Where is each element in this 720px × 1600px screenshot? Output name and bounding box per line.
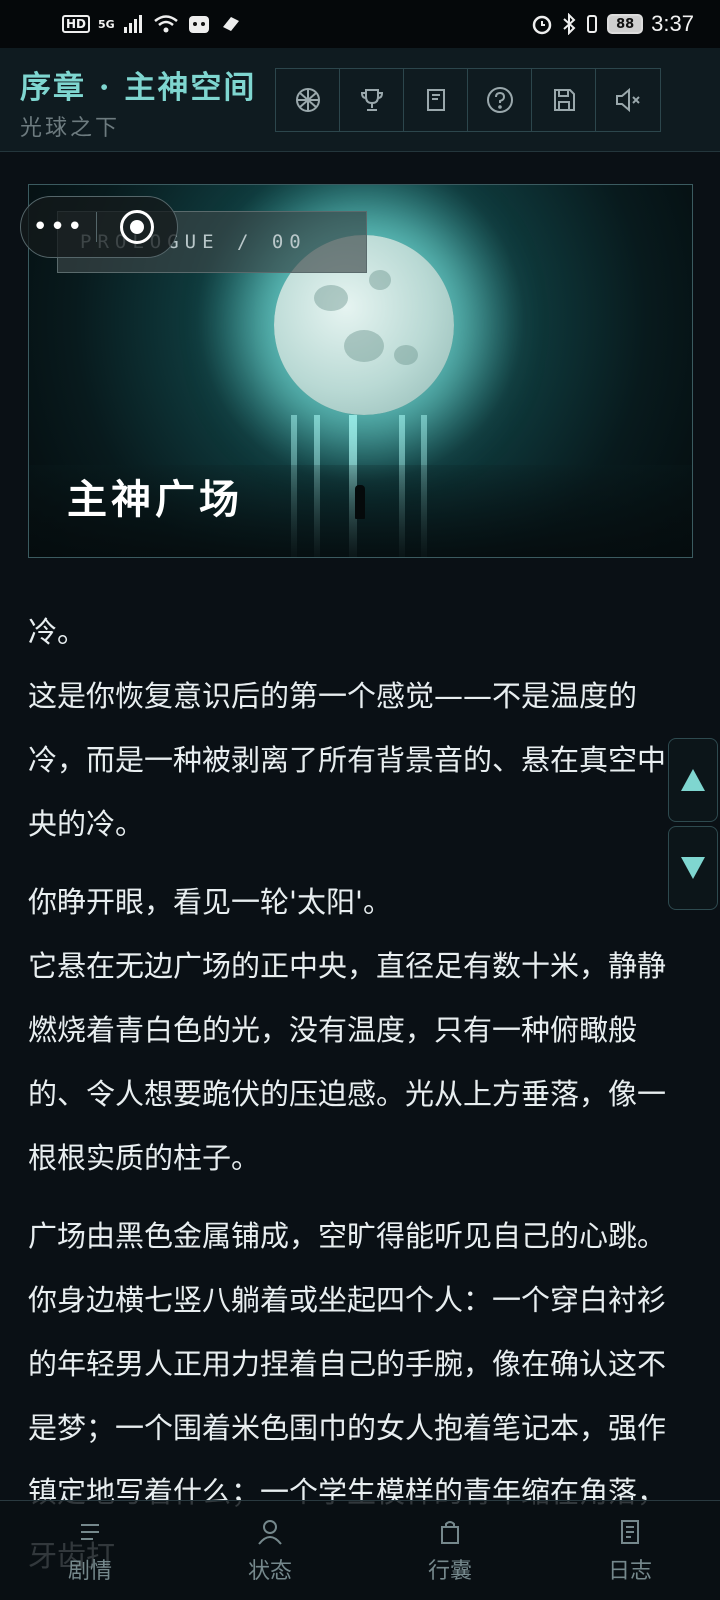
save-button[interactable] [532, 69, 596, 131]
nav-bag[interactable]: 行囊 [375, 1517, 525, 1585]
story-paragraph: 冷。 [28, 615, 87, 649]
globe-icon [295, 88, 320, 112]
close-miniprogram-button[interactable] [97, 210, 177, 244]
miniprogram-capsule: ••• [20, 196, 178, 258]
standing-figure [355, 485, 365, 519]
log-icon [621, 1519, 639, 1544]
app-notification-icon [188, 16, 209, 33]
nav-label: 剧情 [67, 1558, 112, 1584]
clock: 3:37 [651, 11, 694, 36]
story-paragraph: 这是你恢复意识后的第一个感觉——不是温度的冷，而是一种被剥离了所有背景音的、悬在… [28, 679, 667, 841]
nav-label: 状态 [247, 1558, 292, 1584]
help-button[interactable] [468, 69, 532, 131]
help-icon [486, 87, 513, 113]
target-icon [120, 210, 154, 244]
bluetooth-icon [563, 13, 576, 35]
scroll-up-button[interactable] [668, 738, 718, 822]
network-label: 5G [98, 17, 115, 31]
story-paragraph: 你睁开眼，看见一轮'太阳'。 [28, 885, 392, 919]
trophy-icon [360, 89, 383, 111]
arrow-up-icon [681, 769, 705, 791]
save-icon [553, 89, 575, 111]
nav-label: 行囊 [427, 1558, 472, 1584]
nav-story[interactable]: 剧情 [15, 1517, 165, 1585]
mute-icon [616, 87, 640, 113]
bag-icon [441, 1520, 459, 1544]
globe-button[interactable] [276, 69, 340, 131]
toolbar [275, 68, 661, 132]
status-right: 88 3:37 [531, 11, 694, 37]
notebook-button[interactable] [404, 69, 468, 131]
link-icon [222, 17, 239, 31]
story-icon [81, 1523, 99, 1540]
more-button[interactable]: ••• [21, 212, 97, 242]
alarm-icon [532, 15, 552, 35]
mute-button[interactable] [596, 69, 660, 131]
bottom-nav: 剧情 状态 行囊 日志 [0, 1500, 720, 1600]
chapter-header: 序章 · 主神空间 光球之下 [0, 48, 720, 152]
story-text: 冷。 这是你恢复意识后的第一个感觉——不是温度的冷，而是一种被剥离了所有背景音的… [28, 600, 668, 1596]
more-icon: ••• [32, 212, 85, 242]
scene-title: 主神广场 [67, 476, 243, 523]
chapter-subtitle: 光球之下 [20, 116, 121, 141]
status-left: HD 5G [62, 13, 243, 35]
person-icon [258, 1519, 282, 1545]
vibrate-icon [587, 15, 598, 33]
nav-log[interactable]: 日志 [555, 1517, 705, 1585]
nav-label: 日志 [607, 1558, 652, 1584]
nav-status[interactable]: 状态 [195, 1517, 345, 1585]
notebook-icon [426, 89, 445, 111]
status-bar: HD 5G 88 3:37 [0, 0, 720, 48]
achievements-button[interactable] [340, 69, 404, 131]
battery-level: 88 [607, 14, 644, 34]
story-paragraph: 它悬在无边广场的正中央，直径足有数十米，静静燃烧着青白色的光，没有温度，只有一种… [28, 949, 667, 1175]
hd-badge: HD [62, 15, 91, 33]
scroll-down-button[interactable] [668, 826, 718, 910]
arrow-down-icon [681, 857, 705, 879]
signal-icon [123, 15, 142, 33]
wifi-icon [153, 15, 178, 33]
chapter-title: 序章 · 主神空间 [20, 70, 257, 106]
